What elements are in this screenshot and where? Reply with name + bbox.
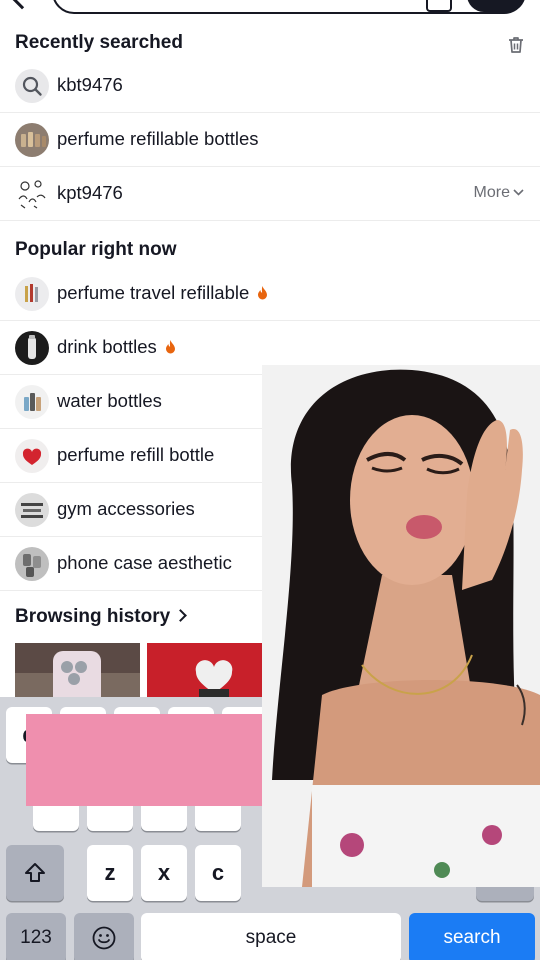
trash-icon[interactable] <box>506 35 526 55</box>
browsing-history-title[interactable]: Browsing history <box>15 606 188 628</box>
popular-label: drink bottles <box>57 336 176 358</box>
popular-item[interactable]: perfume travel refillable <box>0 267 540 321</box>
popular-label: perfume travel refillable <box>57 282 268 304</box>
recent-search-item[interactable]: perfume refillable bottles <box>0 113 540 167</box>
numbers-key[interactable]: 123 <box>6 913 66 960</box>
key-c[interactable]: c <box>195 845 241 901</box>
recent-search-label: kbt9476 <box>57 74 123 95</box>
emoji-icon <box>92 926 116 950</box>
phone-case-thumbnail <box>15 547 49 581</box>
key-z[interactable]: z <box>87 845 133 901</box>
recently-searched-title: Recently searched <box>15 32 183 53</box>
history-thumbnail[interactable] <box>15 643 140 699</box>
search-icon <box>15 69 49 103</box>
recent-search-label: kpt9476 <box>57 182 123 203</box>
presenter-webcam-overlay <box>262 365 540 887</box>
top-search-bar <box>0 0 540 22</box>
popular-title: Popular right now <box>15 239 177 260</box>
popular-label: water bottles <box>57 390 162 411</box>
drink-bottle-thumbnail <box>15 331 49 365</box>
popular-text: perfume travel refillable <box>57 282 250 303</box>
shift-icon <box>25 863 45 882</box>
popular-label: perfume refill bottle <box>57 444 215 465</box>
keyboard-icon[interactable] <box>426 0 452 12</box>
history-thumbnail[interactable] <box>147 643 262 699</box>
search-input[interactable] <box>52 0 526 14</box>
popular-label: phone case aesthetic <box>57 552 232 573</box>
more-button[interactable]: More <box>474 184 524 202</box>
water-bottles-thumbnail <box>15 385 49 419</box>
fire-icon <box>165 340 175 354</box>
space-key[interactable]: space <box>141 913 401 960</box>
recent-search-item[interactable]: kpt9476 More <box>0 167 540 221</box>
chevron-down-icon <box>513 189 524 196</box>
emoji-key[interactable] <box>74 913 134 960</box>
heart-bottle-thumbnail <box>15 439 49 473</box>
popular-text: drink bottles <box>57 336 157 357</box>
shift-key[interactable] <box>6 845 64 901</box>
back-icon[interactable] <box>10 0 34 10</box>
browsing-history-label: Browsing history <box>15 606 171 627</box>
key-x[interactable]: x <box>141 845 187 901</box>
more-label: More <box>473 184 510 201</box>
perfume-bottles-thumbnail <box>15 123 49 157</box>
recent-search-label: perfume refillable bottles <box>57 128 259 149</box>
gym-accessories-thumbnail <box>15 493 49 527</box>
recent-search-item[interactable]: kbt9476 <box>0 59 540 113</box>
fire-icon <box>258 286 268 300</box>
sketch-thumbnail <box>15 177 49 211</box>
popular-label: gym accessories <box>57 498 195 519</box>
chevron-right-icon <box>174 609 188 622</box>
perfume-travel-thumbnail <box>15 277 49 311</box>
search-key[interactable]: search <box>409 913 535 960</box>
